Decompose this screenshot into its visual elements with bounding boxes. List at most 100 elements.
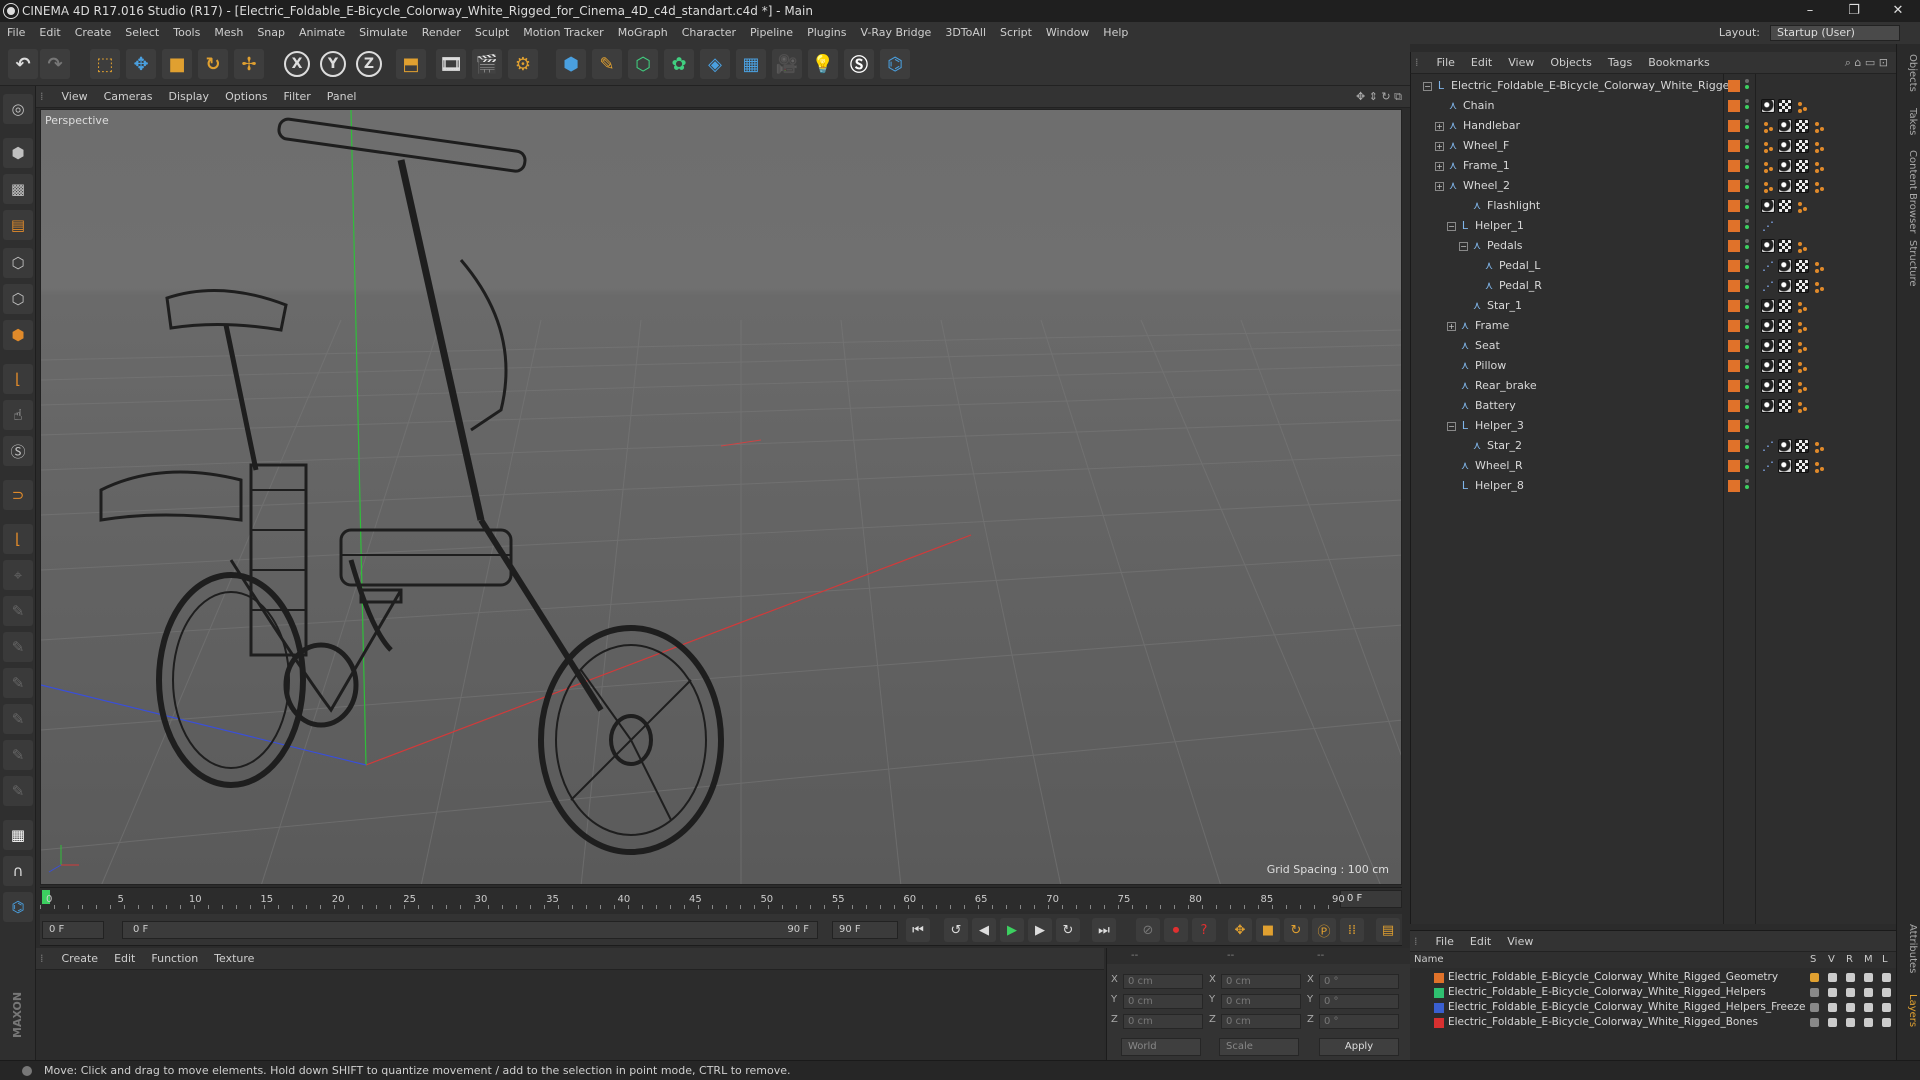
vray-material-tag-icon[interactable] xyxy=(1778,459,1792,473)
key-pla-icon[interactable]: ⁞⁞ xyxy=(1340,918,1364,942)
weight-tag-icon[interactable] xyxy=(1812,259,1826,273)
previous-key-icon[interactable]: ↺ xyxy=(944,918,968,942)
weight-tag-icon[interactable] xyxy=(1795,319,1809,333)
vray-material-tag-icon[interactable] xyxy=(1761,199,1775,213)
magnet-icon[interactable]: ∩ xyxy=(3,856,33,886)
menu-render[interactable]: Render xyxy=(415,22,468,44)
object-menu-view[interactable]: View xyxy=(1500,52,1542,74)
layer-color-swatch[interactable] xyxy=(1728,420,1740,432)
constraint-tag-icon[interactable] xyxy=(1761,216,1775,236)
vray-material-tag-icon[interactable] xyxy=(1778,259,1792,273)
visibility-dots[interactable] xyxy=(1745,99,1750,113)
live-selection-icon[interactable]: ⬚ xyxy=(90,49,120,79)
viewport-menu-view[interactable]: View xyxy=(54,86,96,108)
vray-material-tag-icon[interactable] xyxy=(1761,339,1775,353)
layer-color-swatch[interactable] xyxy=(1434,988,1444,998)
floor-icon[interactable]: ▦ xyxy=(736,49,766,79)
size-y-field[interactable]: 0 cm xyxy=(1221,994,1301,1009)
weight-tag-icon[interactable] xyxy=(1761,139,1775,153)
visibility-dots[interactable] xyxy=(1745,379,1750,393)
texture-mode-icon[interactable]: ▩ xyxy=(3,174,33,204)
record-icon[interactable]: ⏺ xyxy=(1164,918,1188,942)
menu-tools[interactable]: Tools xyxy=(166,22,207,44)
perspective-viewport[interactable]: Perspective Grid Spacing : 100 cm xyxy=(40,109,1402,885)
expand-icon[interactable]: + xyxy=(1435,142,1444,151)
layer-color-swatch[interactable] xyxy=(1728,140,1740,152)
size-z-field[interactable]: 0 cm xyxy=(1221,1014,1301,1029)
texture-tag-icon[interactable] xyxy=(1778,379,1792,393)
menu-character[interactable]: Character xyxy=(675,22,743,44)
vray-material-tag-icon[interactable] xyxy=(1761,359,1775,373)
weight-tag-icon[interactable] xyxy=(1812,279,1826,293)
y-axis-lock-icon[interactable]: Y xyxy=(320,51,346,77)
render-settings-icon[interactable]: ⚙ xyxy=(508,49,538,79)
next-frame-icon[interactable]: ▶ xyxy=(1028,918,1052,942)
minimize-button[interactable]: – xyxy=(1788,0,1832,22)
texture-tag-icon[interactable] xyxy=(1778,319,1792,333)
object-row[interactable]: + ⋏ Wheel_2 xyxy=(1411,176,1897,196)
object-menu-edit[interactable]: Edit xyxy=(1463,52,1500,74)
position-x-field[interactable]: 0 cm xyxy=(1123,974,1203,989)
layer-color-swatch[interactable] xyxy=(1728,240,1740,252)
python-script-icon[interactable]: ⌬ xyxy=(3,892,33,922)
visibility-dots[interactable] xyxy=(1745,179,1750,193)
weight-tag-icon[interactable] xyxy=(1795,299,1809,313)
menu-mograph[interactable]: MoGraph xyxy=(611,22,675,44)
vray-material-tag-icon[interactable] xyxy=(1778,179,1792,193)
pen-spline-icon[interactable]: ✎ xyxy=(592,49,622,79)
layer-manager-icon[interactable] xyxy=(1864,988,1873,997)
layer-manager-icon[interactable] xyxy=(1864,973,1873,982)
recent-tool-icon[interactable]: ✢ xyxy=(234,49,264,79)
layer-color-swatch[interactable] xyxy=(1728,380,1740,392)
object-menu-objects[interactable]: Objects xyxy=(1542,52,1600,74)
z-axis-lock-icon[interactable]: Z xyxy=(356,51,382,77)
weight-tag-icon[interactable] xyxy=(1761,159,1775,173)
object-menu-tags[interactable]: Tags xyxy=(1600,52,1640,74)
layer-color-swatch[interactable] xyxy=(1434,1003,1444,1013)
tab-objects[interactable]: Objects xyxy=(1900,54,1918,92)
close-button[interactable]: ✕ xyxy=(1876,0,1920,22)
layer-solo-icon[interactable] xyxy=(1810,1018,1819,1027)
object-manager-search-icons[interactable]: ⌕ ⌂ ▭ ⊡ xyxy=(1845,52,1888,74)
layer-visible-icon[interactable] xyxy=(1828,988,1837,997)
visibility-dots[interactable] xyxy=(1745,439,1750,453)
layer-row[interactable]: Electric_Foldable_E-Bicycle_Colorway_Whi… xyxy=(1410,985,1896,1000)
visibility-dots[interactable] xyxy=(1745,239,1750,253)
viewport-menu-options[interactable]: Options xyxy=(217,86,275,108)
texture-tag-icon[interactable] xyxy=(1778,399,1792,413)
object-row[interactable]: ⋏ Star_1 xyxy=(1411,296,1897,316)
layer-color-swatch[interactable] xyxy=(1728,280,1740,292)
texture-tag-icon[interactable] xyxy=(1778,199,1792,213)
object-row[interactable]: + ⋏ Frame xyxy=(1411,316,1897,336)
visibility-dots[interactable] xyxy=(1745,459,1750,473)
texture-tag-icon[interactable] xyxy=(1795,259,1809,273)
object-row[interactable]: + ⋏ Wheel_F xyxy=(1411,136,1897,156)
object-row[interactable]: L Helper_8 xyxy=(1411,476,1897,496)
visibility-dots[interactable] xyxy=(1745,419,1750,433)
model-mode-icon[interactable]: ⬢ xyxy=(3,138,33,168)
menu-select[interactable]: Select xyxy=(118,22,166,44)
object-row[interactable]: − L Helper_3 xyxy=(1411,416,1897,436)
undo-icon[interactable]: ↶ xyxy=(8,49,38,79)
visibility-dots[interactable] xyxy=(1745,479,1750,493)
weight-tag-icon[interactable] xyxy=(1812,459,1826,473)
object-row[interactable]: ⋏ Rear_brake xyxy=(1411,376,1897,396)
expand-icon[interactable]: + xyxy=(1435,182,1444,191)
layer-color-swatch[interactable] xyxy=(1434,1018,1444,1028)
render-view-icon[interactable]: 🎞 xyxy=(436,49,466,79)
workplane-mode-icon[interactable]: ▤ xyxy=(3,210,33,240)
layer-locked-icon[interactable] xyxy=(1882,1003,1891,1012)
vray-material-tag-icon[interactable] xyxy=(1778,279,1792,293)
go-to-start-icon[interactable]: ⏮ xyxy=(906,918,930,942)
viewport-nav-icons[interactable]: ✥ ⇕ ↻ ⧉ xyxy=(1356,86,1402,108)
texture-tag-icon[interactable] xyxy=(1795,179,1809,193)
layer-color-swatch[interactable] xyxy=(1728,180,1740,192)
axis-mode-icon[interactable]: ⌊ xyxy=(3,364,33,394)
layer-color-swatch[interactable] xyxy=(1728,160,1740,172)
points-mode-icon[interactable]: ⬡ xyxy=(3,248,33,278)
weight-tag-icon[interactable] xyxy=(1812,159,1826,173)
expand-icon[interactable]: + xyxy=(1435,122,1444,131)
key-scale-icon[interactable]: ■ xyxy=(1256,918,1280,942)
weight-tag-icon[interactable] xyxy=(1761,179,1775,193)
vray-material-tag-icon[interactable] xyxy=(1761,399,1775,413)
